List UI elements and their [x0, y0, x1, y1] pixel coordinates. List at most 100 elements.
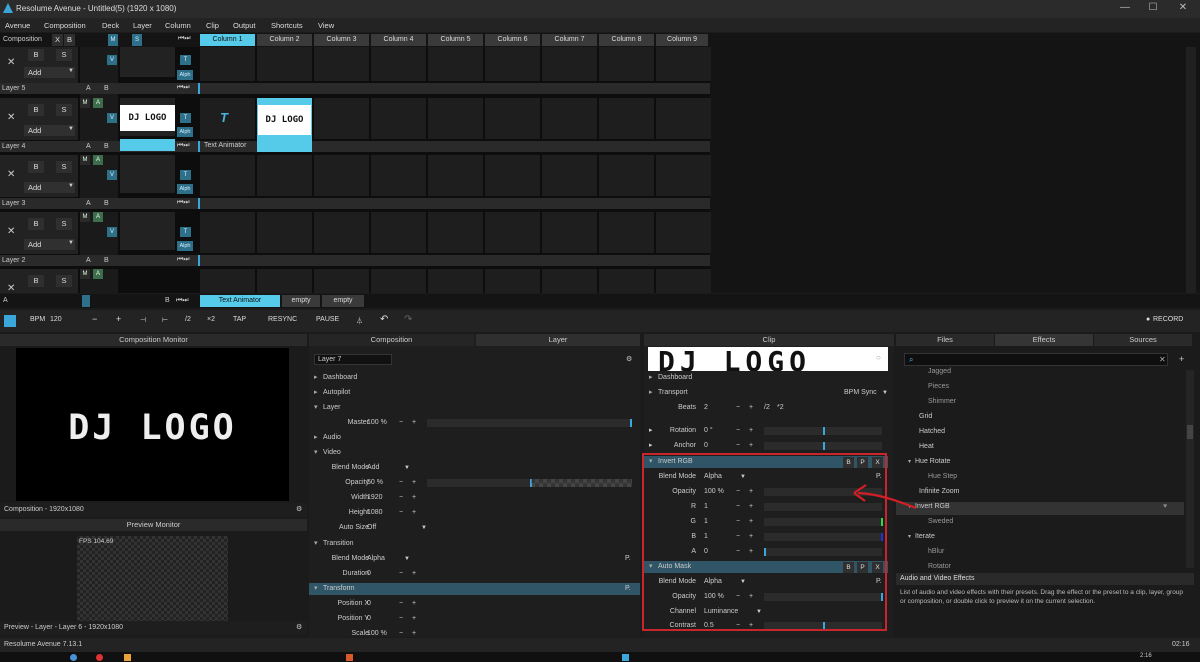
clip-slot[interactable]	[257, 212, 312, 253]
clip-slot[interactable]	[428, 269, 483, 293]
deck-a-label[interactable]: A	[3, 297, 8, 304]
column-2-button[interactable]: Column 2	[257, 34, 312, 46]
column-5-button[interactable]: Column 5	[428, 34, 483, 46]
undo-icon[interactable]: ↶	[380, 314, 388, 325]
taskbar-app-icon[interactable]	[96, 654, 103, 661]
deck-nav-icon[interactable]: ⏮⏭	[176, 297, 189, 305]
section-transition[interactable]: Transition	[309, 538, 640, 550]
preview-monitor-view[interactable]: FPS 104.69	[77, 536, 228, 621]
clip-slot[interactable]	[485, 47, 540, 81]
clip-slot[interactable]	[371, 212, 426, 253]
bpm-plus-button[interactable]: +	[116, 314, 121, 324]
close-icon[interactable]: ✕	[1176, 2, 1190, 16]
layer-a-indicator[interactable]: A	[93, 269, 103, 279]
layer-panel-gear-icon[interactable]: ⚙	[626, 355, 632, 363]
clip-slot[interactable]	[599, 269, 654, 293]
deck-tab-text-animator[interactable]: Text Animator	[200, 295, 280, 307]
auto-size-value[interactable]: Off	[367, 522, 376, 534]
clip-slot[interactable]	[428, 98, 483, 139]
clip-slot[interactable]	[257, 269, 312, 293]
composition-s-button[interactable]: S	[132, 34, 142, 46]
video-blend-value[interactable]: Add	[367, 462, 379, 474]
duration-plus-button[interactable]: +	[412, 568, 416, 580]
video-opacity-minus-button[interactable]: −	[399, 477, 403, 489]
folder-chevron-icon[interactable]: ▾	[908, 533, 911, 540]
taskbar-app-icon[interactable]	[346, 654, 353, 661]
layer-bypass-button[interactable]: B	[28, 275, 44, 287]
menu-column[interactable]: Column	[165, 21, 191, 30]
layer-m-button[interactable]: M	[80, 212, 90, 222]
layer-deck-b-button[interactable]: B	[104, 143, 109, 150]
rotation-expand-icon[interactable]: ▸	[649, 425, 653, 437]
clip-slot[interactable]	[656, 269, 711, 293]
taskbar-app-icon[interactable]	[124, 654, 131, 661]
transform-preset-icon[interactable]: P.	[625, 583, 631, 595]
clip-slot[interactable]	[599, 212, 654, 253]
position-y-plus-button[interactable]: +	[412, 613, 416, 625]
transition-preset-icon[interactable]: P.	[625, 553, 631, 565]
grid-scrollbar[interactable]	[1186, 47, 1196, 293]
clip-slot[interactable]	[200, 155, 255, 196]
clip-slot[interactable]	[314, 212, 369, 253]
tab-effects[interactable]: Effects	[995, 334, 1093, 346]
layer-clear-icon[interactable]: ✕	[7, 57, 15, 68]
clip-slot[interactable]	[371, 269, 426, 293]
column-3-button[interactable]: Column 3	[314, 34, 369, 46]
column-6-button[interactable]: Column 6	[485, 34, 540, 46]
section-dashboard[interactable]: Dashboard	[309, 372, 640, 384]
layer-alpha-button[interactable]: Alph	[177, 70, 193, 80]
composition-clear-button[interactable]: X	[52, 34, 63, 46]
anchor-expand-icon[interactable]: ▸	[649, 440, 653, 452]
menu-output[interactable]: Output	[233, 21, 256, 30]
column-nav-icon[interactable]: ⏮⏭	[178, 35, 191, 43]
rotation-value[interactable]: 0 °	[704, 425, 713, 437]
master-slider[interactable]	[427, 419, 632, 427]
clip-slot[interactable]	[428, 47, 483, 81]
layer-deck-b-button[interactable]: B	[104, 200, 109, 207]
composition-monitor-gear-icon[interactable]: ⚙	[296, 505, 302, 513]
width-value[interactable]: 1920	[367, 492, 383, 504]
layer-video-button[interactable]: V	[107, 55, 117, 65]
rotation-minus-button[interactable]: −	[736, 425, 740, 437]
clip-slot[interactable]	[485, 98, 540, 139]
effect-item[interactable]: Hatched	[919, 428, 945, 435]
effect-item[interactable]: Pieces	[928, 383, 949, 390]
video-opacity-plus-button[interactable]: +	[412, 477, 416, 489]
layer-alpha-button[interactable]: Alph	[177, 241, 193, 251]
layer-transition-button[interactable]: T	[180, 113, 191, 123]
position-x-plus-button[interactable]: +	[412, 598, 416, 610]
effects-search-input[interactable]: ⌕ ✕	[904, 353, 1168, 366]
clip-slot[interactable]	[314, 155, 369, 196]
layer-clear-icon[interactable]: ✕	[7, 226, 15, 237]
layer-name-field[interactable]: Layer 7	[314, 354, 392, 365]
layer-clear-icon[interactable]: ✕	[7, 283, 15, 294]
tab-sources[interactable]: Sources	[1094, 334, 1192, 346]
layer-a-indicator[interactable]: A	[93, 98, 103, 108]
section-layer[interactable]: Layer	[309, 402, 640, 414]
master-plus-button[interactable]: +	[412, 417, 416, 429]
clip-slot[interactable]	[257, 155, 312, 196]
effect-item[interactable]: Jagged	[928, 368, 951, 375]
layer-4-thumbnail[interactable]: DJ LOGO	[120, 105, 175, 131]
clip-slot[interactable]	[314, 269, 369, 293]
metronome-icon[interactable]: ⏃	[356, 316, 363, 326]
tap-button[interactable]: TAP	[233, 316, 246, 323]
layer-alpha-button[interactable]: Alph	[177, 184, 193, 194]
layer-bypass-button[interactable]: B	[28, 218, 44, 230]
section-video[interactable]: Video	[309, 447, 640, 459]
bpm-minus-button[interactable]: −	[92, 314, 97, 324]
clip-slot[interactable]	[485, 212, 540, 253]
clip-slot[interactable]	[656, 155, 711, 196]
clip-slot[interactable]	[599, 98, 654, 139]
effect-item[interactable]: Rotator	[928, 563, 951, 570]
layer-m-button[interactable]: M	[80, 98, 90, 108]
duration-value[interactable]: 0	[367, 568, 371, 580]
deck-tab-empty-2[interactable]: empty	[322, 295, 364, 307]
rotation-slider-handle[interactable]	[823, 427, 825, 435]
duration-minus-button[interactable]: −	[399, 568, 403, 580]
layer-name[interactable]: Layer 4	[2, 143, 25, 150]
deck-scroll-handle[interactable]	[82, 295, 90, 307]
width-minus-button[interactable]: −	[399, 492, 403, 504]
layer-alpha-button[interactable]: Alph	[177, 127, 193, 137]
position-y-minus-button[interactable]: −	[399, 613, 403, 625]
